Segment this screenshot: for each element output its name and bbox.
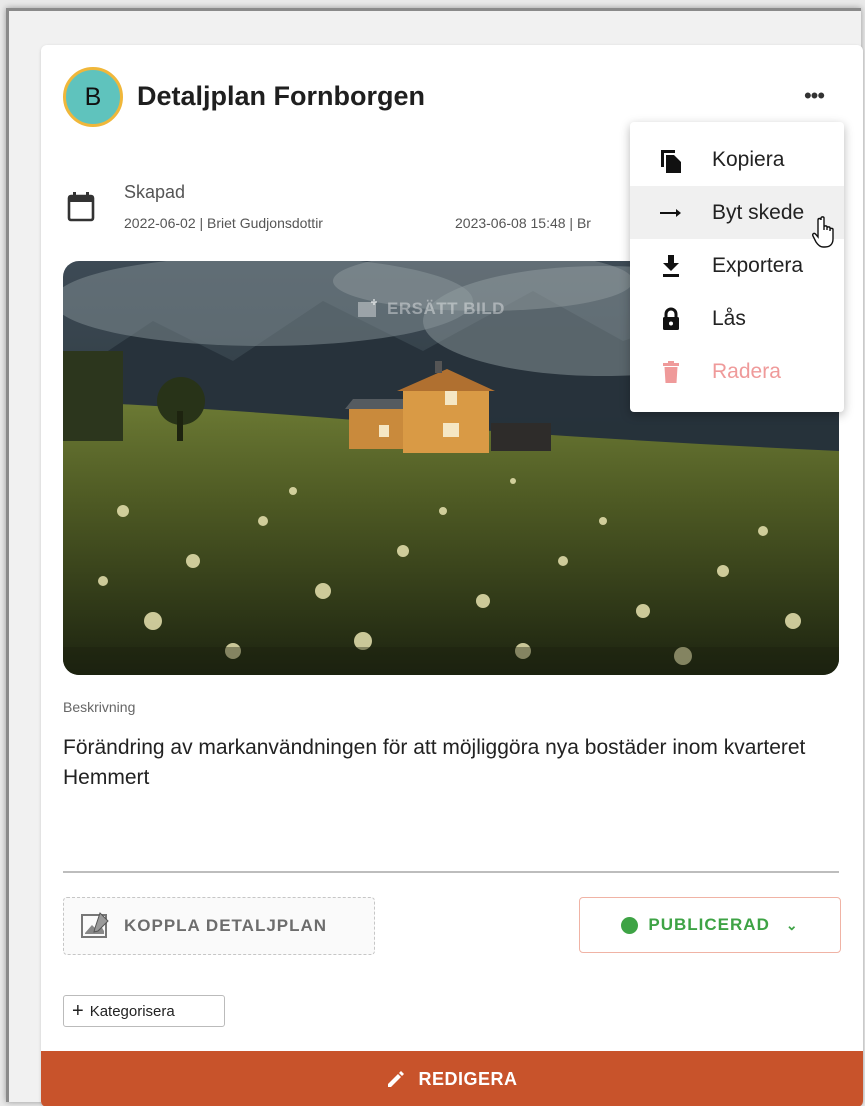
divider [63,871,839,873]
edit-button[interactable]: REDIGERA [41,1051,863,1106]
avatar: B [63,67,123,127]
trash-icon [663,360,679,383]
menu-item-label: Kopiera [712,147,785,171]
more-icon: ••• [803,83,825,108]
menu-item-label: Lås [712,306,746,330]
replace-image-button[interactable]: ERSÄTT BILD [357,299,505,319]
menu-item-label: Exportera [712,253,804,277]
project-title: Detaljplan Fornborgen [137,81,426,111]
status-dot-icon [621,916,639,934]
modified-value: 2023-06-08 15:48 | Br [455,215,591,231]
created-value: 2022-06-02 | Briet Gudjonsdottir [124,215,323,231]
link-image-icon [81,912,109,938]
link-plan-button[interactable]: KOPPLA DETALJPLAN [63,897,375,955]
download-icon [663,254,679,277]
lock-icon [663,307,679,330]
calendar-icon [67,192,95,222]
hand-cursor-icon [812,216,834,248]
plus-icon: + [72,1000,84,1022]
pencil-icon [388,1071,405,1087]
created-label: Skapad [124,182,186,202]
description-text: Förändring av markanvändningen för att m… [63,736,806,789]
edit-label: REDIGERA [418,1068,518,1089]
copy-icon [661,149,681,173]
link-plan-label: KOPPLA DETALJPLAN [124,916,328,935]
replace-image-label: ERSÄTT BILD [387,299,505,318]
options-menu: Kopiera Byt skede Exportera Lås Radera [630,122,844,412]
categorize-label: Kategorisera [89,1002,175,1020]
status-label: PUBLICERAD [648,915,770,934]
chevron-down-icon: ⌄ [785,916,799,933]
status-dropdown[interactable]: PUBLICERAD ⌄ [579,897,841,953]
more-options-button[interactable]: ••• [789,81,839,111]
avatar-letter: B [84,82,102,111]
categorize-button[interactable]: + Kategorisera [63,995,225,1027]
image-icon [358,299,377,317]
menu-item-lock[interactable]: Lås [630,292,844,345]
menu-item-copy[interactable]: Kopiera [630,133,844,186]
menu-item-delete[interactable]: Radera [630,345,844,398]
arrow-right-icon [660,208,681,217]
description-label: Beskrivning [63,699,136,715]
menu-item-label: Radera [712,359,781,383]
menu-item-label: Byt skede [712,200,805,224]
